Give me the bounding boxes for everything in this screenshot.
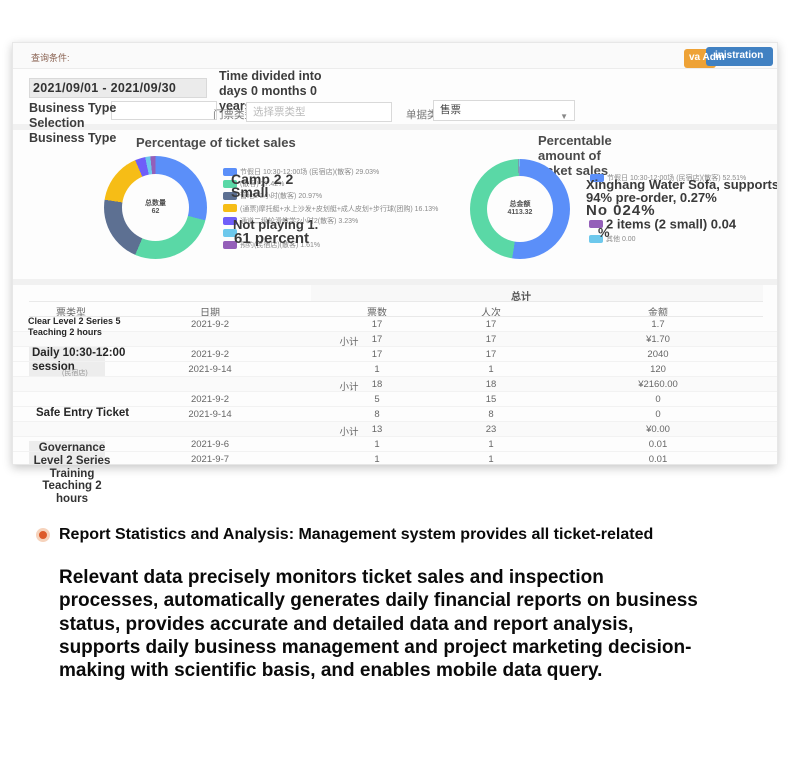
table-cell: 2021-9-14 (150, 364, 270, 375)
row-group-label: Clear Level 2 Series 5Teaching 2 hours (28, 316, 121, 337)
footer-paragraph-line: making with scientific basis, and enable… (59, 659, 698, 682)
footer-paragraph-line: processes, automatically generates daily… (59, 589, 698, 612)
chart2-overlay-text: % (598, 225, 610, 240)
table-row: 小计1818¥2160.00 (13, 377, 778, 392)
chart1-overlay-text: Small (231, 184, 268, 200)
table-row: 小计1717¥1.70 (13, 332, 778, 347)
table-cell: 17 (431, 334, 551, 345)
table-cell: 2021-9-14 (150, 409, 270, 420)
table-row: 2021-9-2 1717 1.7 (13, 317, 778, 332)
table-cell: 17 (317, 349, 437, 360)
footer-paragraph-line: status, provides accurate and detailed d… (59, 613, 698, 636)
table-cell: 23 (431, 424, 551, 435)
row-group-label: GovernanceLevel 2 SeriesTrainingTeaching… (24, 442, 120, 506)
table-cell: 2021-9-2 (150, 349, 270, 360)
row-group-label-line: hours (24, 493, 120, 506)
table-cell: 17 (317, 319, 437, 330)
table-cell: 18 (431, 379, 551, 390)
table-cell: 1 (431, 454, 551, 465)
table-cell: 15 (431, 394, 551, 405)
row-group-label-line: Teaching 2 hours (28, 327, 121, 338)
row-group-label-line: Governance (24, 442, 120, 455)
footer-title: Report Statistics and Analysis: Manageme… (59, 526, 653, 544)
table-cell: 5 (317, 394, 437, 405)
table-cell: 17 (431, 319, 551, 330)
table-cell: 18 (317, 379, 437, 390)
table-cell: 17 (317, 334, 437, 345)
chart2-overlay-text: No 024% (586, 202, 656, 219)
footer-paragraph-line: Relevant data precisely monitors ticket … (59, 566, 698, 589)
business-type-label: Business Type Selection Business Type (29, 101, 159, 146)
table-cell: 2040 (598, 349, 718, 360)
table-cell: 1 (431, 364, 551, 375)
row-group-label: Safe Entry Ticket (36, 406, 129, 420)
table-cell: 17 (431, 349, 551, 360)
blue-button-label: inistration (715, 50, 763, 61)
row-group-label-line: Teaching 2 (24, 480, 120, 493)
table-cell: 0 (598, 394, 718, 405)
table-cell: ¥0.00 (598, 424, 718, 435)
table-cell: 0 (598, 409, 718, 420)
bullet-dot-icon (36, 528, 50, 542)
chart1-overlay-text: 61 percent (234, 230, 309, 247)
table-cell: 0.01 (598, 454, 718, 465)
row-group-subnote: (民宿店) (62, 368, 88, 378)
row-group-label-line: Clear Level 2 Series 5 (28, 316, 121, 327)
table-row: 2021-9-14 11 120 (13, 362, 778, 377)
table-cell: 2021-9-2 (150, 394, 270, 405)
table-cell: 1 (317, 454, 437, 465)
footer-paragraph-line: supports daily business management and p… (59, 636, 698, 659)
row-group-label-line: Training (24, 468, 120, 481)
table-cell: 8 (431, 409, 551, 420)
row-group-label-line: Safe Entry Ticket (36, 406, 129, 420)
row-group-label-line: Level 2 Series (24, 455, 120, 468)
table-row: 2021-9-2 515 0 (13, 392, 778, 407)
table-cell: 1.7 (598, 319, 718, 330)
table-cell: ¥1.70 (598, 334, 718, 345)
table-cell: 0.01 (598, 439, 718, 450)
table-row: 2021-9-6 11 0.01 (13, 437, 778, 452)
table-cell: 1 (317, 364, 437, 375)
table-cell: 2021-9-2 (150, 319, 270, 330)
table-cell: 120 (598, 364, 718, 375)
table-row: 2021-9-2 1717 2040 (13, 347, 778, 362)
row-group-label-line: Daily 10:30-12:00 (32, 346, 125, 360)
table-cell: 2021-9-6 (150, 439, 270, 450)
footer-paragraph: Relevant data precisely monitors ticket … (59, 566, 698, 682)
table-cell: 2021-9-7 (150, 454, 270, 465)
table-cell: 1 (317, 439, 437, 450)
table-cell: 1 (431, 439, 551, 450)
table-cell: 8 (317, 409, 437, 420)
table-row: 2021-9-7 11 0.01 (13, 452, 778, 465)
table-cell: 13 (317, 424, 437, 435)
table-row: 小计1323¥0.00 (13, 422, 778, 437)
table-cell: ¥2160.00 (598, 379, 718, 390)
report-panel: 查询条件: va Adm inistration 2021/09/01 - 20… (12, 42, 778, 465)
